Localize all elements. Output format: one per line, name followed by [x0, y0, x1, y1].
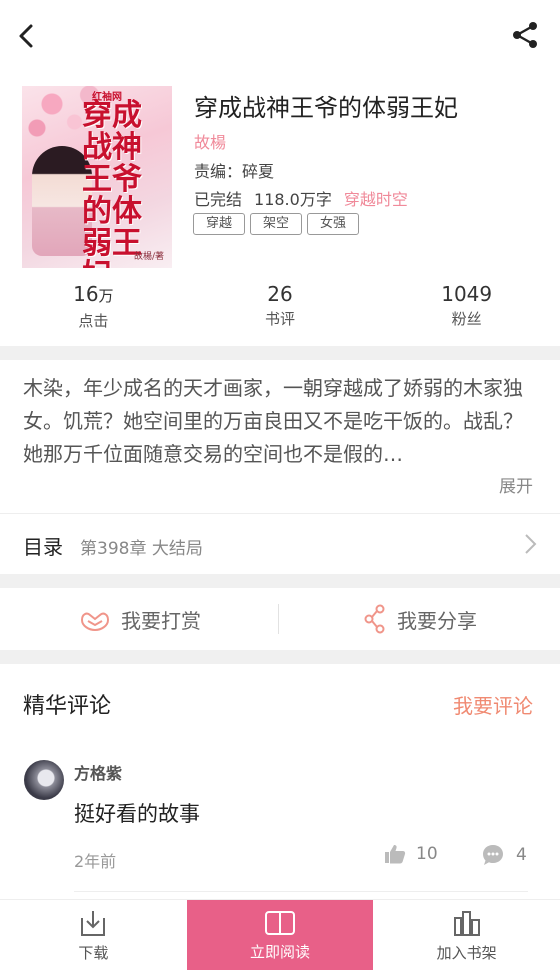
expand-intro-button[interactable]: 展开 — [499, 472, 533, 497]
tag-chip[interactable]: 穿越 — [193, 213, 246, 235]
reward-label: 我要打赏 — [121, 608, 201, 633]
stat-clicks: 16万 点击 — [0, 280, 187, 340]
tag-chip[interactable]: 女强 — [307, 213, 360, 235]
comment-text[interactable]: 挺好看的故事 — [74, 798, 200, 828]
comment-username[interactable]: 方格紫 — [74, 760, 122, 784]
book-info: 红袖网 穿成战神王爷的体弱王妃 故楊/著 穿成战神王爷的体弱王妃 故楊 责编：碎… — [0, 70, 560, 346]
like-button[interactable]: 10 — [384, 844, 438, 864]
book-intro: 木染，年少成名的天才画家，一朝穿越成了娇弱的木家独女。饥荒？她空间里的万亩良田又… — [23, 376, 523, 466]
bookshelf-icon — [453, 910, 480, 936]
stat-reviews[interactable]: 26 书评 — [187, 280, 374, 340]
stat-unit: 万 — [98, 287, 114, 305]
thumbs-up-icon — [385, 845, 406, 864]
share-book-button[interactable]: 我要分享 — [280, 588, 560, 650]
book-cover[interactable]: 红袖网 穿成战神王爷的体弱王妃 故楊/著 — [22, 86, 172, 268]
comment-item: 方格紫 挺好看的故事 2年前 10 4 — [0, 740, 560, 890]
section-gap — [0, 346, 560, 360]
book-tags: 穿越 架空 女强 — [193, 213, 360, 235]
table-of-contents-row[interactable]: 目录 第398章 大结局 — [0, 514, 560, 574]
reply-count: 4 — [516, 845, 527, 865]
download-icon — [81, 910, 106, 936]
divider — [74, 891, 528, 892]
book-stats: 16万 点击 26 书评 1049 粉丝 — [0, 280, 560, 340]
latest-chapter: 第398章 大结局 — [80, 539, 203, 559]
stat-value: 16 — [73, 282, 99, 306]
stat-fans[interactable]: 1049 粉丝 — [373, 280, 560, 340]
cover-title-art: 穿成战神王爷的体弱王妃 — [82, 98, 142, 269]
share-nodes-icon — [364, 604, 385, 634]
download-button[interactable]: 下载 — [0, 900, 187, 970]
book-genre[interactable]: 穿越时空 — [344, 190, 408, 209]
book-word-count: 118.0万字 — [254, 190, 332, 209]
back-arrow-icon[interactable] — [14, 22, 42, 50]
book-status: 已完结 — [194, 190, 243, 209]
add-to-shelf-label: 加入书架 — [436, 943, 497, 962]
top-bar — [0, 0, 560, 70]
reply-button[interactable]: 4 — [482, 844, 527, 866]
stat-label: 点击 — [78, 312, 109, 330]
share-label: 我要分享 — [397, 608, 477, 633]
comments-heading: 精华评论 — [23, 694, 112, 719]
share-icon[interactable] — [510, 20, 540, 50]
reward-hands-icon — [80, 612, 110, 632]
download-label: 下载 — [78, 943, 109, 962]
bottom-bar: 下载 立即阅读 加入书架 — [0, 899, 560, 970]
book-title: 穿成战神王爷的体弱王妃 — [194, 94, 458, 122]
book-editor: 责编：碎夏 — [194, 162, 275, 181]
stat-value: 1049 — [441, 282, 493, 306]
book-author[interactable]: 故楊 — [194, 129, 226, 153]
add-to-shelf-button[interactable]: 加入书架 — [373, 900, 560, 970]
read-now-button[interactable]: 立即阅读 — [186, 900, 374, 970]
action-divider — [278, 604, 279, 634]
cover-author-mark: 故楊/著 — [133, 252, 164, 262]
action-row: 我要打赏 我要分享 — [0, 588, 560, 650]
book-meta: 已完结 118.0万字 穿越时空 — [194, 186, 408, 210]
open-book-icon — [265, 910, 295, 935]
section-gap — [0, 650, 560, 664]
tag-chip[interactable]: 架空 — [250, 213, 303, 235]
stat-value: 26 — [267, 282, 293, 306]
comments-header: 精华评论 我要评论 — [0, 664, 560, 734]
toc-label: 目录 — [23, 535, 63, 559]
stat-label: 粉丝 — [451, 310, 482, 328]
avatar[interactable] — [24, 760, 64, 800]
write-comment-button[interactable]: 我要评论 — [453, 690, 533, 719]
comment-bubble-icon — [483, 845, 503, 865]
section-gap — [0, 574, 560, 588]
like-count: 10 — [416, 844, 438, 864]
reward-button[interactable]: 我要打赏 — [0, 588, 280, 650]
stat-label: 书评 — [265, 310, 296, 328]
chevron-right-icon — [525, 534, 537, 554]
comment-time: 2年前 — [74, 852, 117, 871]
read-now-label: 立即阅读 — [250, 942, 311, 961]
